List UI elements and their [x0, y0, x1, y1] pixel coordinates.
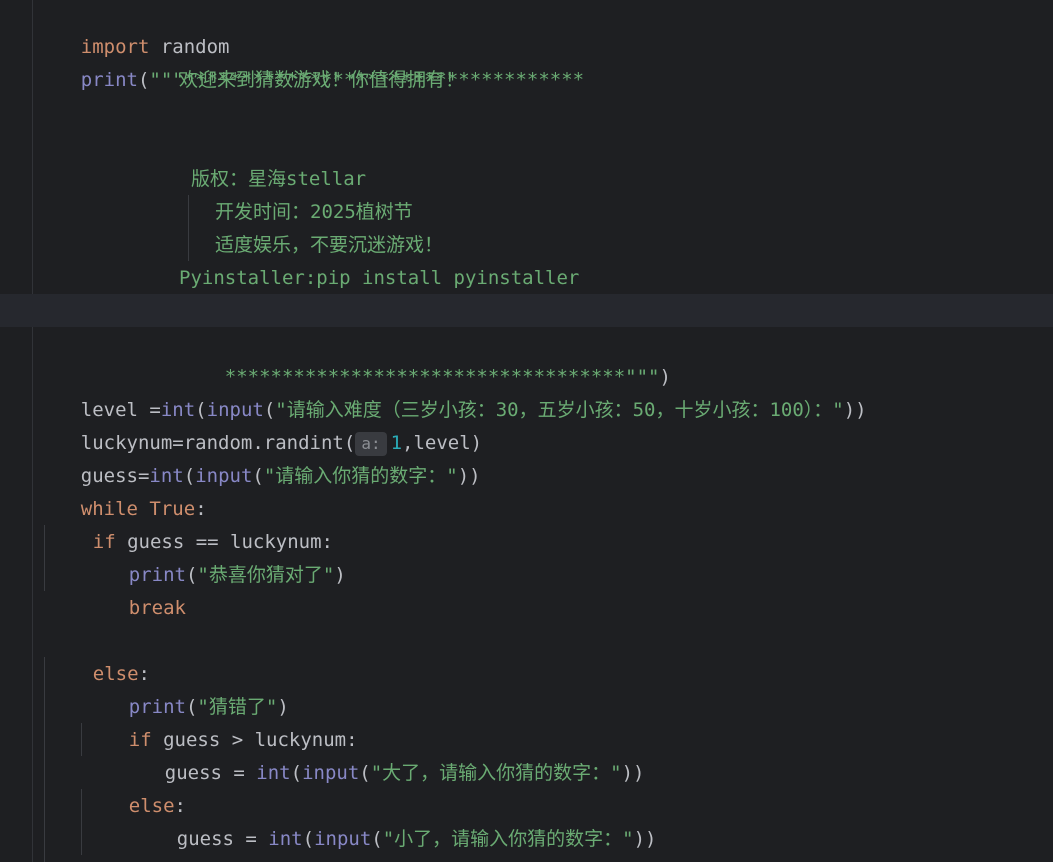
builtin-input: input — [314, 828, 372, 850]
string-literal: "小了，请输入你猜的数字：" — [382, 828, 634, 850]
paren: ) — [334, 564, 346, 586]
string-literal: "大了，请输入你猜的数字：" — [370, 762, 622, 784]
code-line[interactable]: else: — [47, 625, 150, 685]
paren: )) — [633, 828, 657, 850]
code-line[interactable]: print("""*******************************… — [35, 31, 584, 91]
current-line-highlight — [0, 294, 1053, 327]
indent-guide — [44, 657, 45, 862]
paren: )) — [621, 762, 645, 784]
paren: )) — [843, 399, 867, 421]
builtin-print: print — [80, 69, 138, 91]
keyword-break: break — [128, 597, 186, 619]
paren: )) — [457, 465, 481, 487]
paren: ( — [252, 465, 264, 487]
code-editor[interactable]: import random print("""*****************… — [0, 0, 1053, 862]
indent-guide — [81, 789, 82, 855]
paren: ( — [290, 762, 303, 784]
string-line[interactable]: 版权：星海stellar — [191, 163, 366, 196]
code-line[interactable]: else: — [83, 757, 186, 817]
code-line[interactable]: print("恭喜你猜对了") — [83, 526, 346, 586]
indent-guide — [188, 195, 189, 261]
code-line[interactable]: break — [83, 559, 186, 619]
string-line[interactable]: 开发时间：2025植树节 — [215, 196, 413, 229]
paren: ( — [137, 69, 150, 91]
code-line[interactable]: print("猜错了") — [83, 658, 289, 718]
string-line[interactable]: Pyinstaller:pip install pyinstaller — [179, 262, 579, 295]
code-line[interactable]: guess=int(input("请输入你猜的数字：")) — [35, 427, 481, 487]
paren: ( — [302, 828, 315, 850]
builtin-int: int — [256, 762, 291, 784]
code-line[interactable]: while True: — [35, 460, 207, 520]
gutter-divider — [32, 0, 33, 862]
code-line[interactable]: luckynum=random.randint(a: 1,level) — [35, 394, 482, 456]
paren: ( — [371, 828, 383, 850]
code-line[interactable]: ***********************************""") — [179, 328, 671, 388]
builtin-int: int — [268, 828, 303, 850]
string-line[interactable]: 适度娱乐，不要沉迷游戏！ — [215, 229, 443, 262]
code-text: guess = — [176, 828, 269, 850]
string-literal: "请输入你猜的数字：" — [263, 465, 458, 487]
code-line[interactable]: import random — [35, 0, 230, 58]
indent-guide — [81, 723, 82, 756]
string-literal: "恭喜你猜对了" — [197, 564, 335, 586]
paren: ( — [185, 564, 198, 586]
code-line[interactable]: guess = int(input("大了，请输入你猜的数字：")) — [119, 724, 645, 784]
builtin-input: input — [302, 762, 360, 784]
code-line[interactable]: guess = int(input("小了，请输入你猜的数字：")) — [131, 790, 657, 850]
paren: ( — [359, 762, 371, 784]
code-line[interactable]: if guess > luckynum: — [83, 691, 358, 751]
code-line[interactable]: if guess == luckynum: — [47, 493, 333, 553]
string-line[interactable]: 欢迎来到猜数游戏！你值得拥有！ — [179, 64, 464, 97]
code-line[interactable]: level =int(input("请输入难度（三岁小孩：30，五岁小孩：50，… — [35, 361, 867, 421]
